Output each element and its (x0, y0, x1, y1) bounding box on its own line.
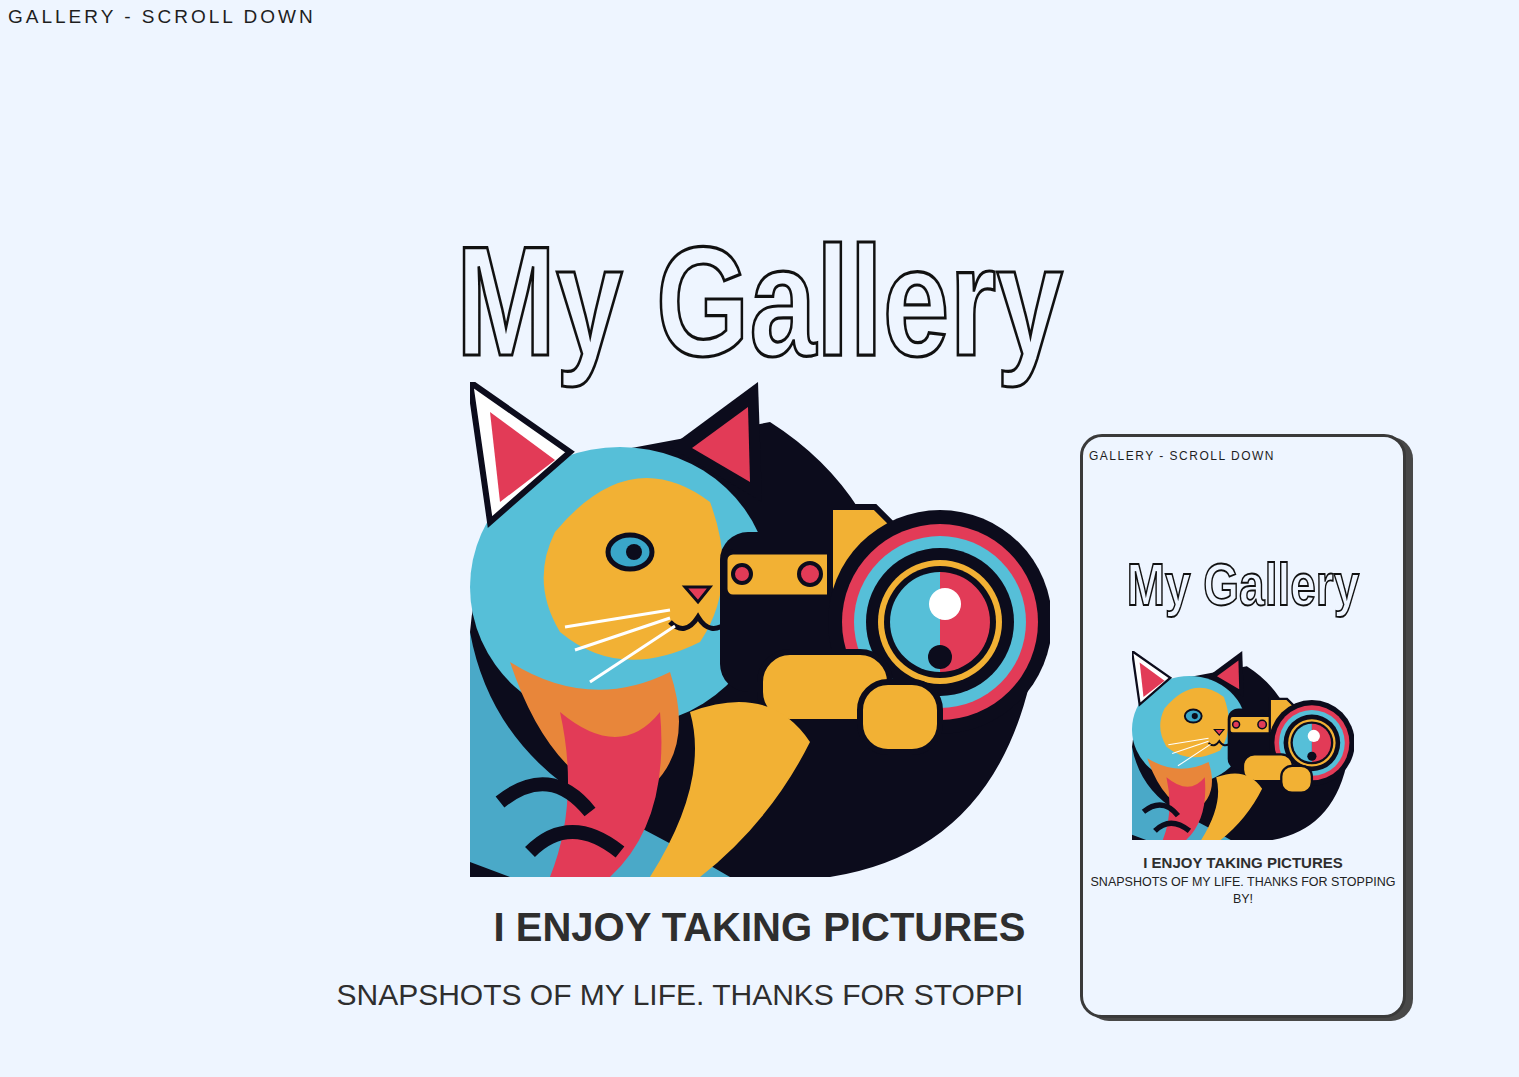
cat-photographer-icon (470, 382, 1050, 877)
phone-content: My Gallery I ENJOY TAKING PICTURES SNAPSHO… (1089, 463, 1397, 908)
subtitle-row: SNAPSHOTS OF MY LIFE. THANKS FOR STOPPI (337, 977, 1183, 1013)
hero-image (470, 382, 1050, 877)
gallery-title: My Gallery (456, 222, 1063, 378)
gallery-page: GALLERY - SCROLL DOWN My Gallery I ENJOY T… (0, 0, 1519, 1077)
hero-subtitle: SNAPSHOTS OF MY LIFE. THANKS FOR STOPPI (337, 977, 1024, 1013)
phone-preview: GALLERY - SCROLL DOWN My Gallery I ENJOY T… (1080, 434, 1406, 1018)
phone-hero-subtitle: SNAPSHOTS OF MY LIFE. THANKS FOR STOPPIN… (1089, 874, 1397, 908)
phone-nav-title[interactable]: GALLERY - SCROLL DOWN (1089, 449, 1397, 463)
cat-photographer-icon (1132, 651, 1354, 840)
phone-hero-image (1132, 651, 1354, 840)
top-bar: GALLERY - SCROLL DOWN (0, 0, 1519, 34)
nav-title[interactable]: GALLERY - SCROLL DOWN (8, 6, 316, 28)
phone-hero-heading: I ENJOY TAKING PICTURES (1143, 854, 1342, 872)
hero-heading: I ENJOY TAKING PICTURES (494, 903, 1026, 951)
phone-gallery-title: My Gallery (1127, 554, 1360, 614)
